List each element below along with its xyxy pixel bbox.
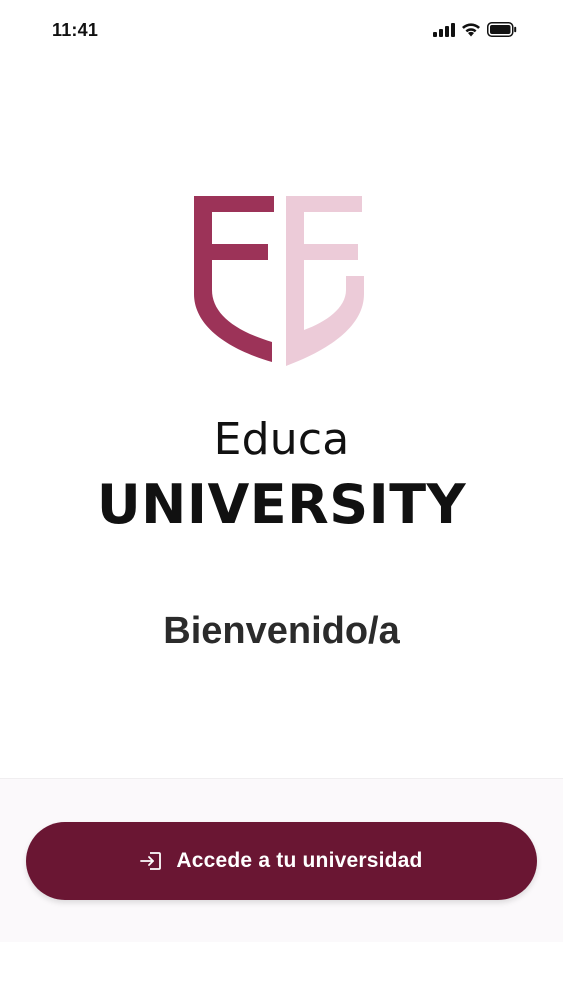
status-time: 11:41 [52, 20, 99, 40]
signal-icon [433, 22, 455, 37]
brand-name-line1: Educa [213, 414, 350, 465]
university-logo [0, 190, 563, 370]
login-button[interactable]: Accede a tu universidad [26, 822, 537, 900]
welcome-title: Bienvenido/a [163, 610, 400, 652]
battery-icon [487, 22, 517, 37]
login-icon [140, 851, 162, 871]
brand-name-line2: UNIVERSITY [96, 473, 467, 536]
status-icons [433, 22, 517, 37]
shield-ee-logo-icon [194, 196, 364, 366]
wifi-icon [461, 22, 481, 37]
status-bar: 11:41 [0, 0, 563, 62]
login-button-label: Accede a tu universidad [176, 849, 423, 872]
